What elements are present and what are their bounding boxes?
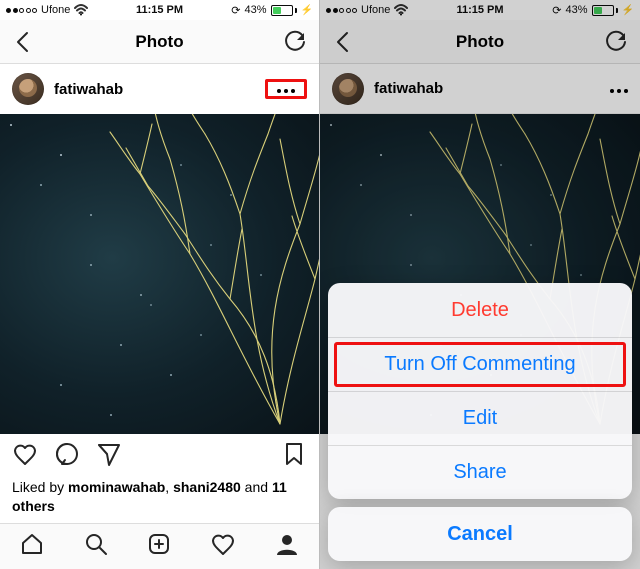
refresh-button[interactable] xyxy=(281,28,309,56)
tab-activity[interactable] xyxy=(210,531,236,562)
nav-title: Photo xyxy=(135,32,183,52)
liker-2[interactable]: shani2480 xyxy=(173,479,241,495)
more-dots-icon xyxy=(610,89,628,93)
bookmark-button[interactable] xyxy=(281,441,307,472)
more-dots-icon xyxy=(277,89,295,93)
sheet-item-edit[interactable]: Edit xyxy=(328,391,632,445)
avatar[interactable] xyxy=(12,73,44,105)
nav-bar: Photo xyxy=(320,20,640,64)
screen-photo-view: Ufone 11:15 PM ⟳ 43% ⚡ Photo fatiwahab xyxy=(0,0,320,569)
post-user-row: fatiwahab xyxy=(320,64,640,114)
clock-label: 11:15 PM xyxy=(456,4,503,16)
status-bar: Ufone 11:15 PM ⟳ 43% ⚡ xyxy=(320,0,640,20)
avatar[interactable] xyxy=(332,73,364,105)
carrier-label: Ufone xyxy=(361,4,390,16)
tab-add-post[interactable] xyxy=(146,531,172,562)
post-more-button[interactable] xyxy=(601,82,628,96)
liker-1[interactable]: mominawahab xyxy=(68,479,165,495)
post-photo[interactable] xyxy=(0,114,320,434)
likes-line[interactable]: Liked by mominawahab, shani2480 and 11 o… xyxy=(12,478,307,516)
nav-title: Photo xyxy=(456,32,504,52)
battery-pct-label: 43% xyxy=(245,4,267,16)
post-more-button[interactable] xyxy=(265,79,307,99)
back-button[interactable] xyxy=(330,28,358,56)
wifi-icon xyxy=(394,4,408,16)
refresh-button[interactable] xyxy=(602,28,630,56)
battery-pct-label: 43% xyxy=(566,4,588,16)
tab-bar xyxy=(0,523,319,569)
sheet-cancel-button[interactable]: Cancel xyxy=(328,507,632,561)
sync-icon: ⟳ xyxy=(231,4,240,17)
status-bar: Ufone 11:15 PM ⟳ 43% ⚡ xyxy=(0,0,319,20)
post-user-row: fatiwahab xyxy=(0,64,319,114)
like-button[interactable] xyxy=(12,441,38,472)
sheet-item-delete[interactable]: Delete xyxy=(328,283,632,337)
post-action-bar xyxy=(0,434,319,478)
signal-dots-icon xyxy=(6,8,37,13)
photo-branches-decoration xyxy=(100,114,320,434)
carrier-label: Ufone xyxy=(41,4,70,16)
back-button[interactable] xyxy=(10,28,38,56)
nav-bar: Photo xyxy=(0,20,319,64)
tab-home[interactable] xyxy=(19,531,45,562)
wifi-icon xyxy=(74,4,88,16)
action-sheet: Delete Turn Off Commenting Edit Share Ca… xyxy=(320,275,640,569)
screen-action-sheet: Ufone 11:15 PM ⟳ 43% ⚡ Photo fatiwahab xyxy=(320,0,640,569)
sheet-item-share[interactable]: Share xyxy=(328,445,632,499)
post-username[interactable]: fatiwahab xyxy=(374,80,443,97)
sync-icon: ⟳ xyxy=(552,4,561,17)
send-button[interactable] xyxy=(96,441,122,472)
clock-label: 11:15 PM xyxy=(136,4,183,16)
signal-dots-icon xyxy=(326,8,357,13)
likes-prefix: Liked by xyxy=(12,479,68,495)
post-username[interactable]: fatiwahab xyxy=(54,81,123,98)
battery-icon: ⚡ xyxy=(271,5,313,16)
tab-profile[interactable] xyxy=(274,531,300,562)
comment-button[interactable] xyxy=(54,441,80,472)
battery-icon: ⚡ xyxy=(592,5,634,16)
sheet-item-turn-off-commenting[interactable]: Turn Off Commenting xyxy=(328,337,632,391)
tab-search[interactable] xyxy=(83,531,109,562)
